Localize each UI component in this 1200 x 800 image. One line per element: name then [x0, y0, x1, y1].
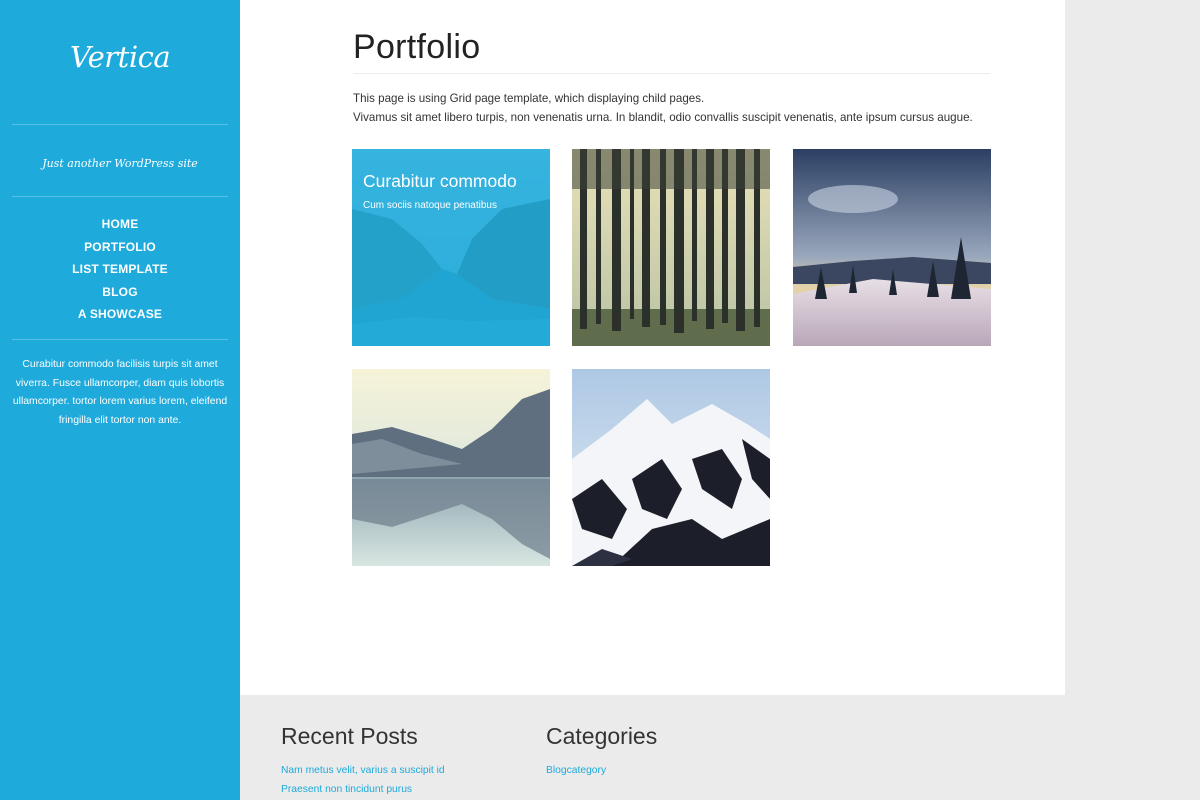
- snowy-mountain-image: [572, 369, 770, 566]
- nav-item-portfolio: PORTFOLIO: [0, 237, 240, 260]
- sidebar: Vertica Just another WordPress site HOME…: [0, 0, 240, 800]
- divider: [353, 73, 990, 74]
- portfolio-item-subtitle: Cum sociis natoque penatibus: [363, 200, 497, 211]
- recent-post-link[interactable]: Nam metus velit, varius a suscipit id: [281, 765, 445, 776]
- forest-image: [572, 149, 770, 346]
- page-intro: This page is using Grid page template, w…: [353, 90, 1013, 127]
- categories-list: Blogcategory: [546, 760, 657, 779]
- nav-item-list-template: LIST TEMPLATE: [0, 259, 240, 282]
- recent-posts-list: Nam metus velit, varius a suscipit id Pr…: [281, 760, 445, 798]
- footer: Recent Posts Nam metus velit, varius a s…: [240, 695, 1065, 800]
- nav-item-blog: BLOG: [0, 282, 240, 305]
- site-logo[interactable]: Vertica: [0, 40, 240, 74]
- intro-line: Vivamus sit amet libero turpis, non vene…: [353, 110, 973, 124]
- portfolio-item-3[interactable]: [793, 149, 991, 346]
- portfolio-item-5[interactable]: [572, 369, 770, 566]
- portfolio-item-title: Curabitur commodo: [363, 171, 517, 191]
- divider: [12, 196, 228, 197]
- portfolio-item-1[interactable]: Curabitur commodo Cum sociis natoque pen…: [352, 149, 550, 346]
- nav-item-home: HOME: [0, 214, 240, 237]
- intro-line: This page is using Grid page template, w…: [353, 92, 705, 105]
- portfolio-item-4[interactable]: [352, 369, 550, 566]
- page-title: Portfolio: [353, 28, 481, 66]
- categories-widget: Categories Blogcategory: [546, 723, 657, 779]
- sidebar-text: Curabitur commodo facilisis turpis sit a…: [12, 359, 228, 427]
- nav-link-showcase[interactable]: A SHOWCASE: [78, 307, 162, 321]
- site-tagline: Just another WordPress site: [42, 157, 198, 170]
- nav-link-blog[interactable]: BLOG: [102, 285, 137, 299]
- recent-post-link[interactable]: Praesent non tincidunt purus: [281, 784, 412, 795]
- divider: [12, 124, 228, 125]
- nav-item-showcase: A SHOWCASE: [0, 304, 240, 327]
- recent-posts-widget: Recent Posts Nam metus velit, varius a s…: [281, 723, 445, 798]
- lake-reflection-image: [352, 369, 550, 566]
- right-gutter: [1065, 0, 1200, 800]
- list-item: Nam metus velit, varius a suscipit id: [281, 760, 445, 779]
- category-link[interactable]: Blogcategory: [546, 765, 606, 776]
- snowy-field-image: [793, 149, 991, 346]
- nav-link-home[interactable]: HOME: [102, 217, 139, 231]
- divider: [12, 339, 228, 340]
- main-content: Portfolio This page is using Grid page t…: [240, 0, 1065, 695]
- widget-title: Recent Posts: [281, 723, 418, 749]
- widget-title: Categories: [546, 723, 658, 749]
- list-item: Praesent non tincidunt purus: [281, 779, 445, 798]
- portfolio-item-2[interactable]: [572, 149, 770, 346]
- list-item: Blogcategory: [546, 760, 657, 779]
- main-nav: HOME PORTFOLIO LIST TEMPLATE BLOG A SHOW…: [0, 214, 240, 327]
- nav-link-list-template[interactable]: LIST TEMPLATE: [72, 262, 168, 276]
- nav-link-portfolio[interactable]: PORTFOLIO: [84, 240, 156, 254]
